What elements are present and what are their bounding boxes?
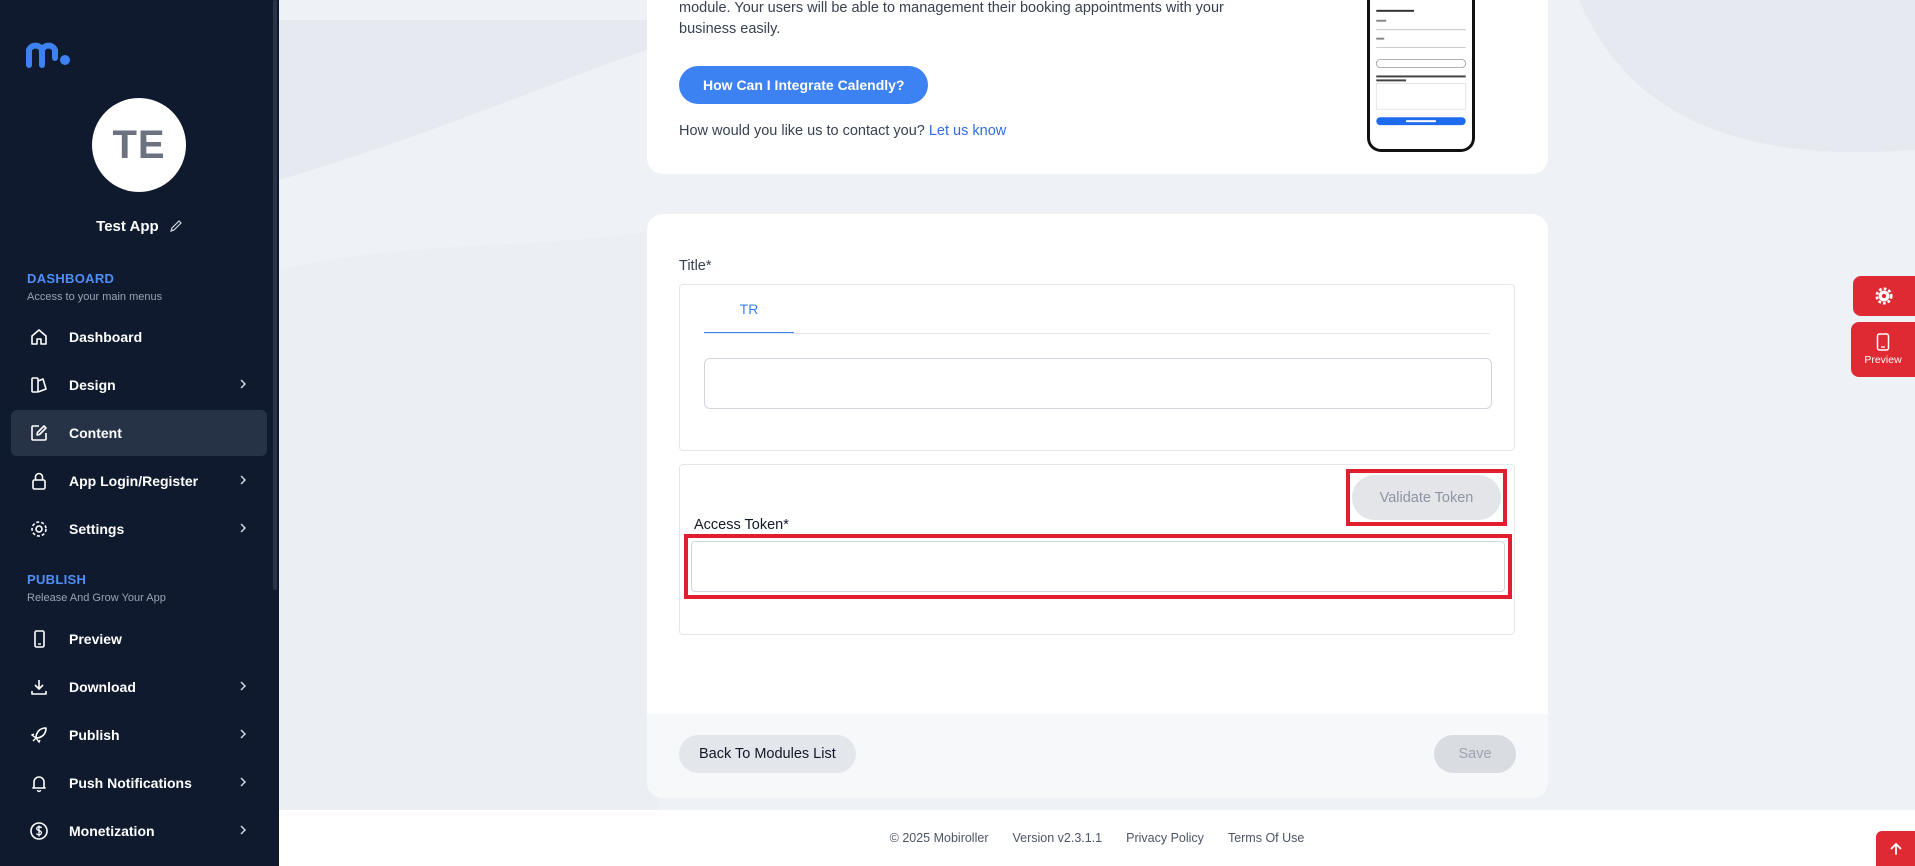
bell-icon [28,772,50,794]
section-publish-subtitle: Release And Grow Your App [27,592,166,604]
sidebar-item-settings[interactable]: Settings [11,506,267,552]
sidebar-item-content[interactable]: Content [11,410,267,456]
edit-square-icon [28,422,50,444]
contact-text: How would you like us to contact you? [679,123,925,139]
contact-line: How would you like us to contact you? Le… [679,123,1006,139]
access-token-label: Access Token* [694,517,789,533]
phone-icon [1876,333,1890,351]
app-name-label: Test App [96,218,159,235]
gear-icon [28,518,50,540]
page-footer: © 2025 Mobiroller Version v2.3.1.1 Priva… [279,810,1915,866]
chevron-right-icon [240,729,247,739]
form-actions-bar: Back To Modules List Save [647,714,1548,798]
terms-of-use-link[interactable]: Terms Of Use [1228,831,1304,845]
pencil-icon[interactable] [169,219,183,233]
tab-divider [704,333,1490,334]
chevron-right-icon [240,825,247,835]
section-publish-title: PUBLISH [27,572,87,587]
chevron-right-icon [240,523,247,533]
app-name[interactable]: Test App [0,218,279,235]
module-form-card: Title* TR Validate Token Access Token* B… [647,214,1548,798]
sidebar-item-label: Push Notifications [69,775,192,791]
chevron-right-icon [240,475,247,485]
sidebar-item-app-login-register[interactable]: App Login/Register [11,458,267,504]
title-input[interactable] [704,358,1492,409]
chevron-right-icon [240,681,247,691]
title-field-group: TR [679,284,1515,451]
mobiroller-logo[interactable] [26,38,72,68]
preview-label: Preview [1864,354,1902,366]
gear-icon [1875,287,1893,305]
integrate-calendly-button[interactable]: How Can I Integrate Calendly? [679,66,929,104]
module-intro-card: module. Your users will be able to manag… [647,0,1548,174]
sidebar-item-push-notifications[interactable]: Push Notifications [11,760,267,806]
sidebar-item-label: Settings [69,521,125,537]
lock-icon [28,470,50,492]
home-icon [28,326,50,348]
floating-settings-button[interactable] [1853,276,1915,316]
sidebar-scrollbar[interactable] [273,0,277,590]
sidebar-item-label: Publish [69,727,120,743]
back-to-modules-button[interactable]: Back To Modules List [679,735,856,773]
sidebar-item-label: Download [69,679,136,695]
sidebar-item-label: App Login/Register [69,473,199,489]
access-token-input[interactable] [691,541,1505,592]
tab-language-tr[interactable]: TR [704,285,794,334]
version-text: Version v2.3.1.1 [1012,831,1103,845]
dollar-icon [28,820,50,842]
module-description: module. Your users will be able to manag… [679,0,1224,37]
sidebar-item-label: Content [69,425,122,441]
sidebar-item-download[interactable]: Download [11,664,267,710]
validate-token-button[interactable]: Validate Token [1352,475,1501,520]
section-dashboard-subtitle: Access to your main menus [27,291,163,303]
sidebar-item-publish[interactable]: Publish [11,712,267,758]
palette-icon [28,374,50,396]
sidebar-item-design[interactable]: Design [11,362,267,408]
scroll-to-top-button[interactable] [1876,831,1915,866]
floating-preview-button[interactable]: Preview [1851,322,1915,377]
arrow-up-icon [1890,842,1901,855]
title-label: Title* [679,258,712,274]
let-us-know-link[interactable]: Let us know [929,123,1006,139]
chevron-right-icon [240,777,247,787]
sidebar-item-preview[interactable]: Preview [11,616,267,662]
sidebar-item-monetization[interactable]: Monetization [11,808,267,854]
chevron-right-icon [240,379,247,389]
phone-mockup-illustration [1367,0,1475,152]
save-button[interactable]: Save [1434,735,1516,773]
section-dashboard-title: DASHBOARD [27,271,115,286]
phone-icon [28,628,50,650]
sidebar-item-label: Monetization [69,823,155,839]
sidebar-item-label: Preview [69,631,122,647]
download-icon [28,676,50,698]
sidebar-item-dashboard[interactable]: Dashboard [11,314,267,360]
sidebar: TE Test App DASHBOARD Access to your mai… [0,0,279,866]
sidebar-item-label: Design [69,377,116,393]
rocket-icon [28,724,50,746]
app-avatar: TE [92,98,186,192]
copyright-text: © 2025 Mobiroller [889,831,989,845]
sidebar-item-label: Dashboard [69,329,143,345]
privacy-policy-link[interactable]: Privacy Policy [1126,831,1204,845]
access-token-group: Validate Token Access Token* [679,464,1515,635]
